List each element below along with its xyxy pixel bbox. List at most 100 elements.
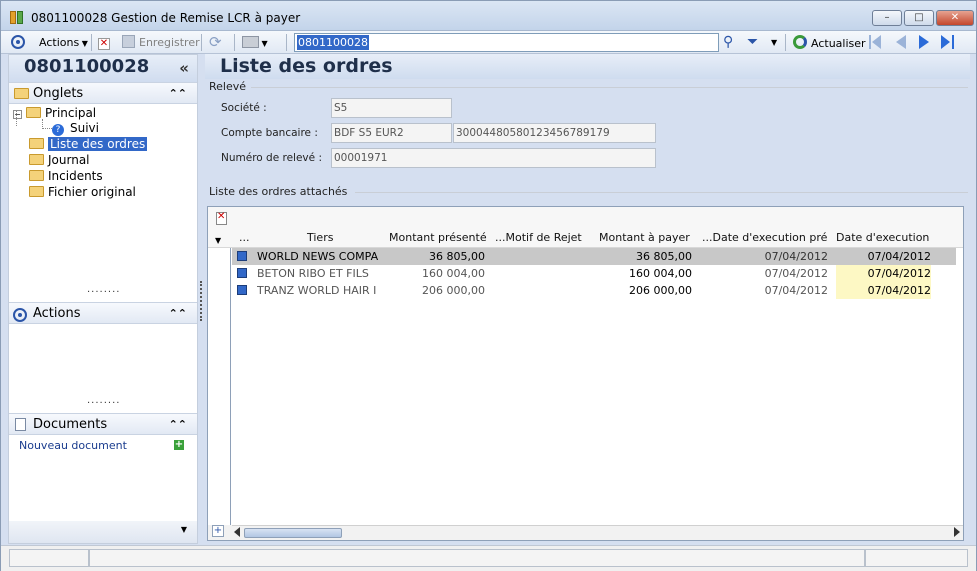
folder-open-icon — [29, 138, 44, 149]
actions-section-header[interactable]: Actions ⌃⌃ — [9, 302, 197, 324]
add-row-icon[interactable]: + — [212, 525, 224, 537]
cell-montant-payer: 160 004,00 — [629, 267, 692, 280]
search-icon[interactable]: ⚲ — [723, 33, 733, 52]
documents-section-header[interactable]: Documents ⌃⌃ — [9, 413, 197, 435]
sync-icon[interactable]: ⟳ — [209, 33, 222, 52]
societe-field[interactable]: S5 — [331, 98, 452, 118]
table-row[interactable]: WORLD NEWS COMPA 36 805,00 36 805,00 07/… — [232, 248, 956, 265]
table-row[interactable]: TRANZ WORLD HAIR I 206 000,00 206 000,00… — [232, 282, 956, 299]
group-divider — [251, 87, 968, 88]
left-navigation-pane: 0801100028 « Onglets ⌃⌃ − Principal ? Suiv… — [8, 54, 198, 544]
cell-date-prevue: 07/04/2012 — [764, 284, 828, 297]
save-button[interactable]: Enregistrer — [122, 33, 200, 52]
horizontal-scrollbar[interactable] — [232, 525, 963, 540]
refresh-button[interactable]: Actualiser — [793, 33, 866, 52]
cell-motif — [495, 282, 590, 299]
cell-date-execution[interactable]: 07/04/2012 — [836, 282, 931, 299]
scroll-thumb[interactable] — [244, 528, 342, 538]
collapse-section-icon[interactable]: ⌃⌃ — [169, 83, 187, 104]
chevron-down-icon[interactable]: ▼ — [181, 525, 187, 534]
remove-row-icon[interactable] — [216, 211, 227, 225]
cell-date-prevue: 07/04/2012 — [764, 250, 828, 263]
app-icon — [10, 10, 24, 25]
group-divider — [355, 192, 968, 193]
column-header-motif-rejet[interactable]: ...Motif de Rejet — [495, 231, 590, 247]
column-header-montant-presente[interactable]: Montant présenté — [389, 231, 494, 247]
compte-code-field[interactable]: BDF S5 EUR2 — [331, 123, 452, 143]
scroll-right-icon[interactable] — [954, 527, 960, 537]
window-title: 0801100028 Gestion de Remise LCR à payer — [31, 11, 301, 25]
cell-date-execution: 07/04/2012 — [836, 248, 931, 265]
tree-item-principal[interactable]: − Principal — [13, 105, 96, 121]
refresh-label: Actualiser — [811, 37, 866, 50]
collapse-pane-button[interactable]: « — [179, 59, 189, 77]
releve-number-field[interactable]: 00001971 — [331, 148, 656, 168]
cell-motif — [495, 265, 590, 282]
actions-section-title: Actions — [33, 306, 81, 321]
delete-icon[interactable]: ✕ — [98, 33, 110, 52]
cell-tiers: WORLD NEWS COMPA — [257, 250, 379, 263]
table-row[interactable]: BETON RIBO ET FILS 160 004,00 160 004,00… — [232, 265, 956, 282]
cell-date-execution[interactable]: 07/04/2012 — [836, 265, 931, 282]
maximize-button[interactable]: □ — [904, 10, 934, 26]
close-button[interactable]: ✕ — [936, 10, 974, 26]
actions-circle-icon — [13, 306, 27, 327]
home-icon[interactable] — [11, 33, 25, 52]
releve-group-title: Relevé — [209, 80, 247, 93]
liste-group-title: Liste des ordres attachés — [209, 185, 348, 198]
page-title: Liste des ordres — [205, 54, 970, 79]
vertical-splitter[interactable] — [200, 281, 202, 321]
status-bar — [1, 545, 976, 571]
cell-tiers: BETON RIBO ET FILS — [257, 267, 369, 280]
cell-montant-presente: 160 004,00 — [422, 267, 485, 280]
tree-item-liste-des-ordres[interactable]: Liste des ordres — [29, 136, 148, 152]
filter-dropdown-icon[interactable]: ▼ — [771, 33, 777, 52]
filter-icon[interactable]: ⏷ — [747, 33, 758, 52]
collapse-section-icon[interactable]: ⌃⌃ — [169, 303, 187, 324]
new-document-link[interactable]: Nouveau document — [19, 439, 127, 452]
tabs-section-header[interactable]: Onglets ⌃⌃ — [9, 82, 197, 104]
previous-record-icon[interactable] — [896, 35, 906, 49]
actions-menu[interactable]: Actions ▼ — [39, 33, 88, 52]
documents-section-title: Documents — [33, 417, 108, 432]
search-input-value: 0801100028 — [297, 35, 369, 50]
column-header-tiers[interactable]: Tiers — [307, 231, 357, 247]
releve-number-label: Numéro de relevé : — [221, 152, 322, 164]
cell-montant-presente: 206 000,00 — [422, 284, 485, 297]
tabs-section-title: Onglets — [33, 86, 84, 101]
tree-item-fichier-original[interactable]: Fichier original — [29, 184, 136, 200]
status-panel — [89, 549, 865, 567]
tree-item-suivi[interactable]: ? Suivi — [52, 120, 99, 136]
toolbar-separator — [201, 34, 202, 51]
pane-footer: ▼ — [9, 521, 197, 543]
toolbar-separator — [91, 34, 92, 51]
search-input[interactable]: 0801100028 — [294, 33, 719, 52]
grid-left-gutter — [230, 248, 231, 525]
add-document-icon[interactable]: + — [174, 440, 184, 450]
splitter-handle[interactable]: ········ — [87, 398, 120, 409]
column-header-date-execution[interactable]: Date d'execution — [836, 231, 934, 247]
first-record-icon[interactable] — [869, 35, 883, 49]
printer-icon — [242, 36, 259, 48]
record-number: 0801100028 — [24, 56, 150, 77]
collapse-section-icon[interactable]: ⌃⌃ — [169, 414, 187, 435]
folder-icon — [29, 170, 44, 181]
column-header-date-prevue[interactable]: ...Date d'execution pré — [702, 231, 832, 247]
splitter-handle[interactable]: ········ — [87, 287, 120, 298]
column-header[interactable]: ... — [239, 231, 259, 247]
next-record-icon[interactable] — [919, 35, 929, 49]
compte-number-field[interactable]: 30004480580123456789179 — [453, 123, 656, 143]
app-window: 0801100028 Gestion de Remise LCR à payer… — [0, 0, 977, 571]
refresh-icon — [793, 35, 807, 49]
scroll-left-icon[interactable] — [234, 527, 240, 537]
tree-item-journal[interactable]: Journal — [29, 152, 90, 168]
last-record-icon[interactable] — [941, 35, 957, 49]
tree-item-incidents[interactable]: Incidents — [29, 168, 103, 184]
status-panel — [865, 549, 968, 567]
print-button[interactable]: ▼ — [242, 33, 268, 52]
row-icon — [237, 251, 247, 261]
column-header-montant-payer[interactable]: Montant à payer — [599, 231, 694, 247]
column-chooser-icon[interactable]: ▼ — [215, 236, 221, 245]
minimize-button[interactable]: – — [872, 10, 902, 26]
cell-montant-payer: 206 000,00 — [629, 284, 692, 297]
